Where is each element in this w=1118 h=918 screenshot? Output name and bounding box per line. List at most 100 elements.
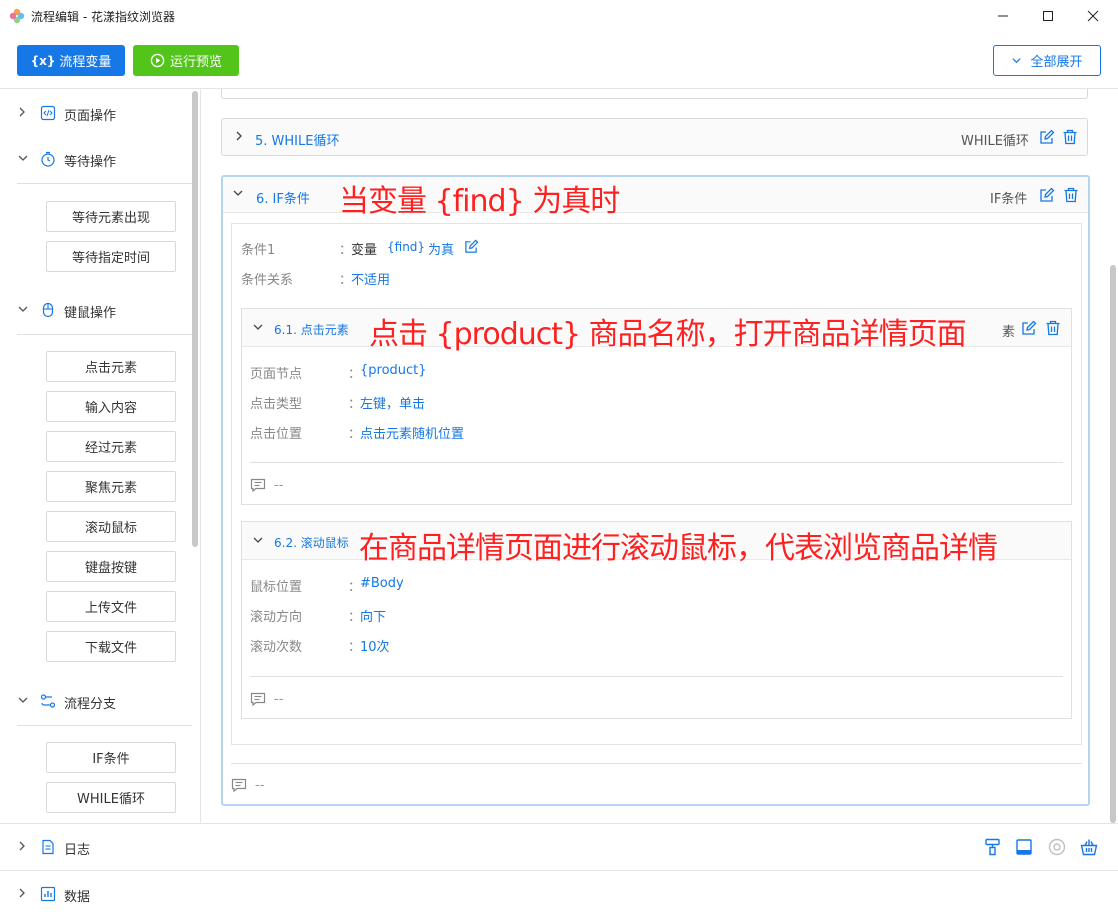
variable-braces-icon: {x} — [30, 53, 56, 68]
run-preview-label: 运行预览 — [169, 55, 222, 70]
sidebar-group-keyboard-mouse[interactable]: 键鼠操作 — [0, 299, 192, 323]
param-label: 滚动次数 — [250, 640, 303, 655]
previous-step-card — [221, 89, 1088, 99]
if-condition-body: 条件1 ： 变量 {find} 为真 条件关系 ： 不适用 6.1. 点击元素 — [231, 223, 1082, 745]
branch-icon — [40, 694, 56, 708]
step-comment[interactable]: -- — [250, 477, 283, 493]
param-row: 点击位置 ： 点击元素随机位置 — [250, 423, 1050, 442]
divider — [250, 462, 1063, 463]
param-value: {product} — [360, 363, 427, 378]
relation-value: 不适用 — [351, 273, 391, 288]
sidebar-group-wait-ops[interactable]: 等待操作 — [0, 148, 192, 172]
sidebar-group-label: 键鼠操作 — [64, 306, 117, 321]
chevron-right-icon[interactable] — [234, 130, 244, 145]
param-row: 页面节点 ： {product} — [250, 363, 1050, 382]
expand-all-label: 全部展开 — [1030, 55, 1083, 70]
condition-variable: {find} — [387, 240, 426, 254]
param-value: 向下 — [360, 610, 387, 625]
comment-text: -- — [274, 477, 284, 493]
sidebar-item-while[interactable]: WHILE循环 — [46, 782, 176, 813]
log-label: 日志 — [64, 843, 91, 858]
sidebar-item-if[interactable]: IF条件 — [46, 742, 176, 773]
delete-icon[interactable] — [1063, 187, 1079, 203]
chevron-down-icon[interactable] — [232, 187, 244, 202]
sidebar-group-page-ops[interactable]: 页面操作 — [0, 102, 192, 126]
comment-icon — [250, 692, 266, 707]
maximize-icon — [1043, 11, 1053, 21]
param-row: 鼠标位置 ： #Body — [250, 576, 1050, 595]
condition-label: 条件1 — [241, 243, 276, 258]
param-row: 点击类型 ： 左键，单击 — [250, 393, 1050, 412]
sub-step-title[interactable]: 6.1. 点击元素 — [274, 321, 349, 338]
sub-step-type-tag: 素 — [1002, 325, 1016, 340]
comment-text: -- — [255, 777, 265, 793]
sidebar-group-branch[interactable]: 流程分支 — [0, 690, 192, 714]
sidebar-group-label: 流程分支 — [64, 697, 117, 712]
param-value: #Body — [360, 576, 404, 591]
sidebar-item-keypress[interactable]: 键盘按键 — [46, 551, 176, 582]
sidebar: 页面操作 等待操作 等待元素出现 等待指定时间 键鼠操作 点击元素 输入内容 经… — [0, 89, 201, 823]
annotation-click-element: 点击 {product} 商品名称，打开商品详情页面 — [369, 317, 967, 352]
close-button[interactable] — [1070, 0, 1116, 32]
step-type-tag: IF条件 — [990, 192, 1028, 207]
edit-icon[interactable] — [1021, 320, 1037, 336]
panel-layout-icon[interactable] — [1014, 837, 1034, 857]
mouse-icon — [42, 302, 54, 318]
delete-icon[interactable] — [1062, 129, 1078, 145]
sidebar-item-input[interactable]: 输入内容 — [46, 391, 176, 422]
chevron-right-icon — [17, 106, 29, 120]
expand-all-button[interactable]: 全部展开 — [993, 45, 1101, 76]
chevron-right-icon[interactable] — [17, 840, 27, 855]
minimize-button[interactable] — [980, 0, 1026, 32]
code-page-icon — [40, 105, 56, 121]
step-comment[interactable]: -- — [231, 777, 264, 793]
divider — [231, 763, 1082, 764]
step-title[interactable]: 6. IF条件 — [256, 188, 310, 207]
data-panel-bar[interactable]: 数据 — [0, 870, 1118, 918]
sidebar-item-focus[interactable]: 聚焦元素 — [46, 471, 176, 502]
clear-basket-icon[interactable] — [1079, 837, 1099, 857]
group-divider — [17, 183, 192, 184]
window-titlebar: 流程编辑 - 花漾指纹浏览器 — [0, 0, 1118, 32]
step-card-while[interactable]: 5. WHILE循环 WHILE循环 — [221, 118, 1088, 156]
run-preview-button[interactable]: 运行预览 — [133, 45, 239, 76]
param-value: 10次 — [360, 640, 390, 655]
main-scrollbar[interactable] — [1110, 265, 1116, 823]
delete-icon[interactable] — [1045, 320, 1061, 336]
sidebar-item-wait-time[interactable]: 等待指定时间 — [46, 241, 176, 272]
param-row: 滚动次数 ： 10次 — [250, 636, 1050, 655]
sidebar-item-hover[interactable]: 经过元素 — [46, 431, 176, 462]
log-panel-bar[interactable]: 日志 — [0, 823, 1118, 870]
annotation-if-condition: 当变量 {find} 为真时 — [339, 184, 620, 219]
annotation-scroll-mouse: 在商品详情页面进行滚动鼠标，代表浏览商品详情 — [359, 531, 998, 566]
divider — [250, 676, 1063, 677]
sidebar-item-upload[interactable]: 上传文件 — [46, 591, 176, 622]
edit-icon[interactable] — [1039, 187, 1055, 203]
flow-variables-label: 流程变量 — [59, 55, 112, 70]
format-brush-icon[interactable] — [983, 837, 1003, 857]
sidebar-item-scroll[interactable]: 滚动鼠标 — [46, 511, 176, 542]
param-label: 滚动方向 — [250, 610, 303, 625]
param-value: 左键，单击 — [360, 397, 426, 412]
stop-circle-icon — [1048, 838, 1066, 856]
sub-step-title[interactable]: 6.2. 滚动鼠标 — [274, 534, 349, 551]
edit-icon[interactable] — [464, 239, 479, 254]
chevron-right-icon[interactable] — [17, 887, 27, 902]
maximize-button[interactable] — [1025, 0, 1071, 32]
minimize-icon — [998, 15, 1008, 17]
condition-prefix: 变量 — [351, 243, 378, 258]
chevron-down-icon[interactable] — [252, 321, 264, 336]
sidebar-item-click[interactable]: 点击元素 — [46, 351, 176, 382]
step-card-if: 6. IF条件 IF条件 条件1 ： 变量 {find} 为真 条件关系 ： 不… — [221, 175, 1090, 806]
flow-variables-button[interactable]: {x} 流程变量 — [17, 45, 125, 76]
param-label: 点击位置 — [250, 427, 303, 442]
param-label: 页面节点 — [250, 367, 303, 382]
sidebar-item-wait-element[interactable]: 等待元素出现 — [46, 201, 176, 232]
sidebar-group-label: 页面操作 — [64, 109, 117, 124]
sidebar-item-download[interactable]: 下载文件 — [46, 631, 176, 662]
step-comment[interactable]: -- — [250, 691, 283, 707]
chevron-down-icon[interactable] — [252, 534, 264, 549]
edit-icon[interactable] — [1039, 129, 1055, 145]
step-title[interactable]: 5. WHILE循环 — [255, 130, 339, 149]
sidebar-scrollbar[interactable] — [192, 91, 198, 547]
